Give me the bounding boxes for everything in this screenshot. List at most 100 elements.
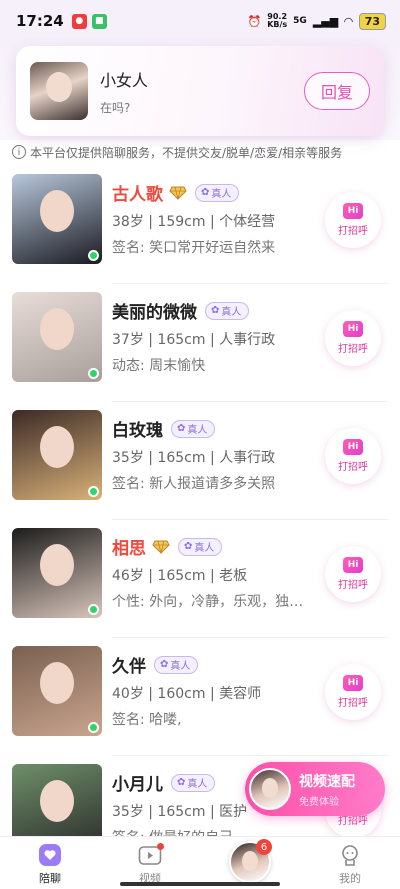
status-right: ⏰ 90.2 KB/s 5G ▂▄▆ ◠ 73: [247, 0, 386, 42]
user-signature: 签名: 哈喽,: [112, 712, 182, 728]
greet-label: 打招呼: [338, 226, 368, 237]
user-name: 古人歌: [112, 185, 163, 205]
alarm-icon: ⏰: [247, 14, 262, 28]
video-red-dot: [157, 843, 164, 850]
user-photo-face: [40, 426, 74, 468]
user-info: 35岁 | 165cm | 医护: [112, 804, 248, 820]
net-speed: 90.2 KB/s: [267, 12, 288, 29]
online-status-dot: [88, 250, 99, 261]
video-match-title: 视频速配: [299, 773, 355, 790]
greet-button[interactable]: Hi 打招呼: [325, 664, 381, 720]
verified-icon: ✿: [211, 305, 220, 316]
user-name-row: 小月儿 ✿ 真人: [112, 770, 216, 795]
hi-bubble-icon: Hi: [343, 675, 363, 691]
verified-icon: ✿: [201, 187, 210, 198]
hi-bubble-icon: Hi: [343, 321, 363, 337]
hi-bubble-icon: Hi: [343, 203, 363, 219]
user-photo-face: [40, 308, 74, 350]
user-name-row: 相思 ✿ 真人: [112, 534, 223, 559]
message-count-badge: 6: [256, 839, 272, 855]
verified-label: 真人: [187, 779, 208, 790]
verified-badge: ✿ 真人: [195, 183, 240, 202]
user-photo[interactable]: [12, 646, 102, 736]
verified-label: 真人: [194, 543, 215, 554]
user-info: 37岁 | 165cm | 人事行政: [112, 332, 276, 348]
verified-label: 真人: [187, 425, 208, 436]
user-name-row: 古人歌 ✿ 真人: [112, 180, 240, 205]
user-photo[interactable]: [12, 174, 102, 264]
verified-label: 真人: [221, 307, 242, 318]
user-info: 40岁 | 160cm | 美容师: [112, 686, 262, 702]
video-icon: [137, 843, 164, 867]
user-signature: 签名: 笑口常开好运自然来: [112, 240, 276, 256]
greet-label: 打招呼: [338, 344, 368, 355]
online-status-dot: [88, 604, 99, 615]
greet-label: 打招呼: [338, 462, 368, 473]
user-photo[interactable]: [12, 292, 102, 382]
user-photo[interactable]: [12, 528, 102, 618]
greet-button[interactable]: Hi 打招呼: [325, 310, 381, 366]
user-name: 相思: [112, 539, 146, 559]
info-icon: i: [12, 145, 26, 159]
user-list-item[interactable]: 古人歌 ✿ 真人 38岁 | 159cm | 个体经营 签名: 笑口常开好运自然…: [0, 166, 400, 284]
user-signature: 签名: 新人报道请多多关照: [112, 476, 276, 492]
online-status-dot: [88, 486, 99, 497]
reply-button[interactable]: 回复: [304, 72, 370, 110]
greet-button[interactable]: Hi 打招呼: [325, 192, 381, 248]
user-info: 38岁 | 159cm | 个体经营: [112, 214, 276, 230]
network-label: 5G: [293, 16, 307, 26]
user-list-item[interactable]: 相思 ✿ 真人 46岁 | 165cm | 老板 个性: 外向，冷静，乐观，独……: [0, 520, 400, 638]
greet-button[interactable]: Hi 打招呼: [325, 546, 381, 602]
verified-badge: ✿ 真人: [205, 301, 250, 320]
user-name-row: 美丽的微微 ✿ 真人: [112, 298, 250, 323]
user-list-item[interactable]: 美丽的微微 ✿ 真人 37岁 | 165cm | 人事行政 动态: 周末愉快 H…: [0, 284, 400, 402]
user-name-row: 久伴 ✿ 真人: [112, 652, 199, 677]
video-match-avatar: [249, 768, 291, 810]
user-signature: 动态: 周末愉快: [112, 358, 206, 374]
app-notification-icon: ●: [71, 13, 87, 29]
user-signature: 个性: 外向，冷静，乐观，独…: [112, 594, 304, 610]
status-time: 17:24: [16, 12, 64, 30]
signal-icon: ▂▄▆: [312, 14, 339, 28]
online-status-dot: [88, 368, 99, 379]
nav-chat[interactable]: 陪聊: [20, 843, 80, 886]
user-list-item[interactable]: 久伴 ✿ 真人 40岁 | 160cm | 美容师 签名: 哈喽, Hi 打招呼: [0, 638, 400, 756]
greet-button[interactable]: Hi 打招呼: [325, 428, 381, 484]
greet-label: 打招呼: [338, 698, 368, 709]
verified-badge: ✿ 真人: [178, 537, 223, 556]
user-photo-face: [40, 190, 74, 232]
notice-text: 本平台仅提供陪聊服务，不提供交友/脱单/恋爱/相亲等服务: [30, 145, 343, 160]
hi-bubble-icon: Hi: [343, 557, 363, 573]
nav-mine[interactable]: 我的: [320, 843, 380, 886]
diamond-vip-icon: [169, 186, 187, 200]
video-match-button[interactable]: 视频速配 免费体验: [245, 762, 385, 816]
nav-chat-label: 陪聊: [39, 872, 61, 885]
verified-badge: ✿ 真人: [171, 773, 216, 792]
user-photo-face: [40, 662, 74, 704]
hi-bubble-icon: Hi: [343, 439, 363, 455]
user-name: 白玫瑰: [112, 421, 163, 441]
user-photo[interactable]: [12, 410, 102, 500]
wifi-icon: ◠: [344, 14, 353, 28]
profile-icon: [337, 843, 363, 867]
user-list-item[interactable]: 白玫瑰 ✿ 真人 35岁 | 165cm | 人事行政 签名: 新人报道请多多关…: [0, 402, 400, 520]
user-name: 久伴: [112, 657, 146, 677]
verified-icon: ✿: [184, 541, 193, 552]
nav-video[interactable]: 视频: [120, 843, 180, 886]
bottom-nav: 陪聊 视频 6 我的: [0, 836, 400, 889]
greet-label: 打招呼: [338, 580, 368, 591]
verified-icon: ✿: [177, 423, 186, 434]
verified-badge: ✿ 真人: [171, 419, 216, 438]
diamond-vip-icon: [152, 540, 170, 554]
user-info: 35岁 | 165cm | 人事行政: [112, 450, 276, 466]
sender-name: 小女人: [100, 70, 149, 90]
game-notification-icon: ■: [91, 13, 107, 29]
message-popup[interactable]: 小女人 在吗? 回复: [16, 46, 384, 136]
chat-heart-icon: [37, 843, 63, 867]
battery-indicator: 73: [358, 12, 386, 30]
verified-icon: ✿: [160, 659, 169, 670]
verified-label: 真人: [211, 189, 232, 200]
service-notice: i 本平台仅提供陪聊服务，不提供交友/脱单/恋爱/相亲等服务: [12, 143, 392, 161]
verified-label: 真人: [170, 661, 191, 672]
sender-avatar[interactable]: [30, 62, 88, 120]
